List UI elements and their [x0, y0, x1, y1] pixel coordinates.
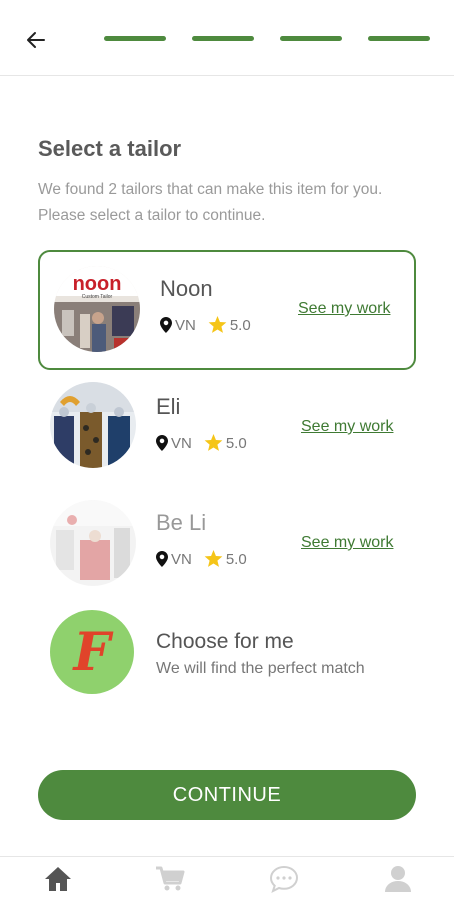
tailor-name: Be Li	[156, 510, 207, 535]
see-my-work-link[interactable]: See my work	[301, 418, 393, 436]
tailor-rating: 5.0	[229, 316, 251, 334]
cart-icon[interactable]	[154, 865, 186, 893]
brand-logo-icon: F	[73, 621, 111, 683]
location-pin-icon	[160, 317, 172, 333]
page-subtitle: We found 2 tailors that can make this it…	[38, 181, 383, 224]
choose-for-me-subtitle: We will find the perfect match	[156, 660, 365, 677]
tailor-location: VN	[171, 550, 192, 568]
tailor-card-be-li[interactable]: Be Li VN 5.0 See my work	[38, 488, 416, 608]
continue-button[interactable]: CONTINUE	[38, 770, 416, 820]
chat-icon[interactable]	[268, 865, 300, 893]
tailor-meta: VN 5.0	[156, 434, 247, 452]
tailor-avatar	[50, 382, 136, 468]
tailor-location: VN	[171, 434, 192, 452]
tailor-location: VN	[175, 316, 196, 334]
progress-segment	[192, 36, 254, 41]
tailor-card-noon[interactable]: noon Custom Tailor Noon VN 5.0 See my wo…	[38, 250, 416, 370]
see-my-work-link[interactable]: See my work	[298, 300, 390, 318]
progress-segment	[368, 36, 430, 41]
tailor-name: Noon	[160, 276, 213, 301]
tailor-card-eli[interactable]: Eli VN 5.0 See my work	[38, 370, 416, 490]
tailor-avatar	[50, 500, 136, 586]
tailor-rating: 5.0	[225, 550, 247, 568]
noon-logo-tagline: Custom Tailor	[82, 294, 113, 300]
noon-logo-text: noon	[73, 273, 122, 295]
star-icon	[204, 434, 223, 451]
progress-segment	[280, 36, 342, 41]
bottom-nav	[0, 856, 454, 900]
tailor-rating: 5.0	[225, 434, 247, 452]
tailor-avatar: noon Custom Tailor	[54, 266, 140, 352]
step-progress	[104, 36, 430, 41]
page-title: Select a tailor	[38, 136, 182, 161]
choose-for-me-title[interactable]: Choose for me	[156, 630, 294, 654]
star-icon	[208, 316, 227, 333]
see-my-work-link[interactable]: See my work	[301, 534, 393, 552]
home-icon[interactable]	[42, 865, 74, 893]
location-pin-icon	[156, 551, 168, 567]
choose-for-me-logo[interactable]: F	[50, 610, 134, 694]
tailor-meta: VN 5.0	[160, 316, 251, 334]
star-icon	[204, 550, 223, 567]
top-bar	[0, 0, 454, 76]
tailor-name: Eli	[156, 394, 181, 419]
location-pin-icon	[156, 435, 168, 451]
back-arrow-icon[interactable]	[20, 24, 52, 56]
tailor-meta: VN 5.0	[156, 550, 247, 568]
progress-segment	[104, 36, 166, 41]
profile-icon[interactable]	[382, 865, 414, 893]
